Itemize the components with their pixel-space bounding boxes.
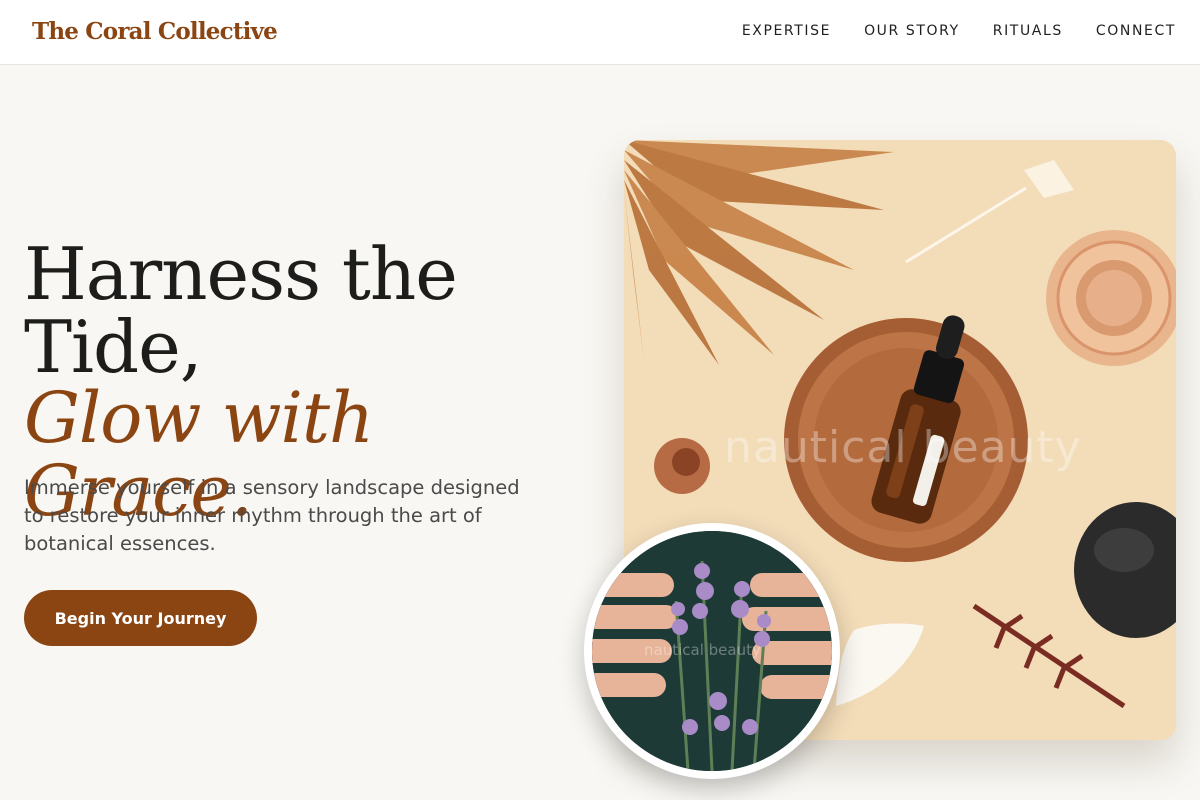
lavender-inset-photo: nautical beauty: [584, 523, 840, 779]
nav-item-expertise[interactable]: EXPERTISE: [742, 23, 831, 39]
main-image-watermark: nautical beauty: [724, 422, 1082, 473]
nav-item-connect[interactable]: CONNECT: [1096, 23, 1176, 39]
inset-image-watermark: nautical beauty: [644, 641, 761, 659]
site-header: The Coral Collective EXPERTISE OUR STORY…: [0, 0, 1200, 65]
hero-description: Immerse yourself in a sensory landscape …: [24, 476, 520, 555]
nav-item-our-story[interactable]: OUR STORY: [864, 23, 960, 39]
headline-line-2: Tide,: [24, 305, 203, 389]
dried-flower-bud: [654, 438, 710, 494]
glass-candle-holder: [1046, 230, 1176, 366]
headline-line-1: Harness the: [24, 232, 458, 316]
begin-journey-button[interactable]: Begin Your Journey: [24, 590, 257, 646]
brand-logo[interactable]: The Coral Collective: [32, 18, 278, 45]
lavender-image: nautical beauty: [592, 531, 832, 771]
nav-item-rituals[interactable]: RITUALS: [993, 23, 1063, 39]
main-nav: EXPERTISE OUR STORY RITUALS CONNECT: [742, 23, 1176, 39]
